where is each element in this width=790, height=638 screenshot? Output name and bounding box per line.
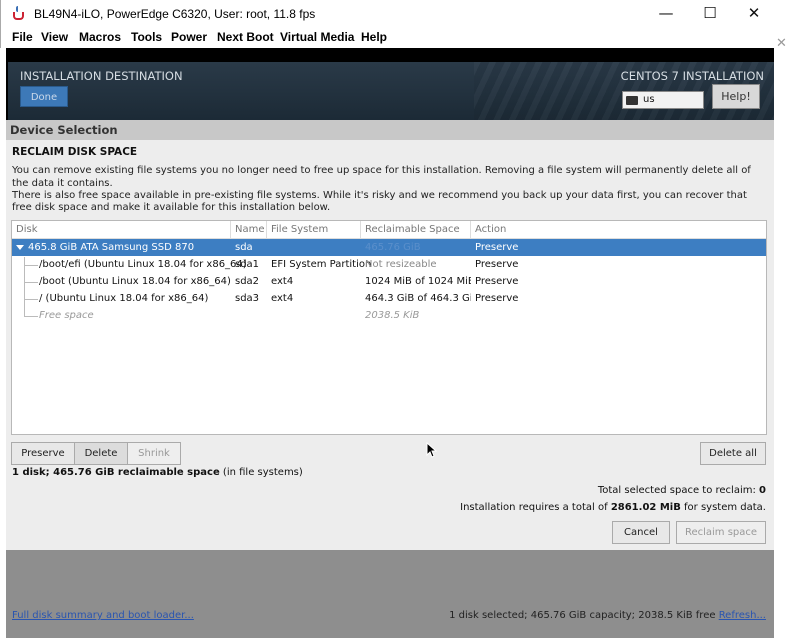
delete-button[interactable]: Delete bbox=[74, 442, 128, 465]
space-cell: 465.76 GiB bbox=[365, 242, 421, 253]
column-reclaimable-space[interactable]: Reclaimable Space bbox=[361, 221, 471, 239]
window-title: BL49N4-iLO, PowerEdge C6320, User: root,… bbox=[34, 7, 316, 21]
menu-view[interactable]: View bbox=[41, 30, 68, 44]
action-cell: Preserve bbox=[475, 242, 519, 253]
cancel-button[interactable]: Cancel bbox=[612, 521, 670, 544]
fs-cell: ext4 bbox=[271, 276, 294, 287]
full-disk-summary-link[interactable]: Full disk summary and boot loader... bbox=[12, 610, 194, 621]
menu-bar: File View Macros Tools Power Next Boot V… bbox=[0, 27, 774, 48]
refresh-link[interactable]: Refresh... bbox=[719, 610, 766, 621]
space-cell: 464.3 GiB of 464.3 GiB bbox=[365, 293, 471, 304]
table-row[interactable]: /boot/efi (Ubuntu Linux 18.04 for x86_64… bbox=[12, 256, 766, 273]
remote-screen[interactable]: INSTALLATION DESTINATION Done CENTOS 7 I… bbox=[6, 48, 774, 638]
column-action[interactable]: Action bbox=[471, 221, 766, 239]
window-titlebar: BL49N4-iLO, PowerEdge C6320, User: root,… bbox=[0, 0, 774, 27]
disk-cell: 465.8 GiB ATA Samsung SSD 870 bbox=[16, 239, 194, 256]
name-cell: sda1 bbox=[235, 259, 260, 270]
device-selection-heading: Device Selection bbox=[10, 123, 118, 137]
shrink-button[interactable]: Shrink bbox=[127, 442, 181, 465]
fs-cell: EFI System Partition bbox=[271, 259, 372, 270]
total-selected-text: Total selected space to reclaim: 0 bbox=[597, 485, 766, 496]
disk-status: 1 disk selected; 465.76 GiB capacity; 20… bbox=[449, 610, 766, 621]
keyboard-icon bbox=[626, 96, 638, 105]
keyboard-layout-indicator[interactable]: us bbox=[622, 91, 704, 109]
menu-power[interactable]: Power bbox=[171, 30, 207, 44]
column-disk[interactable]: Disk bbox=[12, 221, 231, 239]
table-row[interactable]: / (Ubuntu Linux 18.04 for x86_64) sda3 e… bbox=[12, 290, 766, 307]
delete-all-button[interactable]: Delete all bbox=[700, 442, 766, 465]
disk-cell: Free space bbox=[39, 310, 94, 321]
background-window-edge bbox=[774, 0, 790, 638]
reclaim-space-button[interactable]: Reclaim space bbox=[676, 521, 766, 544]
dialog-description-2: There is also free space available in pr… bbox=[12, 190, 747, 213]
disk-cell: /boot/efi (Ubuntu Linux 18.04 for x86_64… bbox=[39, 259, 247, 270]
requirement-text: Installation requires a total of 2861.02… bbox=[460, 502, 766, 513]
menu-help[interactable]: Help bbox=[361, 30, 387, 44]
fs-cell: ext4 bbox=[271, 293, 294, 304]
maximize-button[interactable]: ☐ bbox=[687, 0, 733, 27]
space-cell: 2038.5 KiB bbox=[365, 310, 420, 321]
done-button[interactable]: Done bbox=[20, 86, 68, 107]
table-row[interactable]: 465.8 GiB ATA Samsung SSD 870 sda 465.76… bbox=[12, 239, 766, 256]
column-name[interactable]: Name bbox=[231, 221, 267, 239]
page-title: INSTALLATION DESTINATION bbox=[20, 69, 183, 83]
disk-cell: /boot (Ubuntu Linux 18.04 for x86_64) bbox=[39, 276, 231, 287]
name-cell: sda2 bbox=[235, 276, 260, 287]
name-cell: sda3 bbox=[235, 293, 260, 304]
table-header: Disk Name File System Reclaimable Space … bbox=[12, 221, 766, 239]
table-row[interactable]: Free space 2038.5 KiB bbox=[12, 307, 766, 324]
action-cell: Preserve bbox=[475, 259, 519, 270]
menu-file[interactable]: File bbox=[12, 30, 33, 44]
preserve-button[interactable]: Preserve bbox=[11, 442, 75, 465]
action-cell: Preserve bbox=[475, 276, 519, 287]
product-title: CENTOS 7 INSTALLATION bbox=[620, 69, 764, 83]
table-row[interactable]: /boot (Ubuntu Linux 18.04 for x86_64) sd… bbox=[12, 273, 766, 290]
java-icon bbox=[11, 6, 27, 22]
menu-virtual-media[interactable]: Virtual Media bbox=[280, 30, 354, 44]
dialog-title: RECLAIM DISK SPACE bbox=[12, 146, 138, 158]
disk-cell: / (Ubuntu Linux 18.04 for x86_64) bbox=[39, 293, 209, 304]
close-button[interactable]: ✕ bbox=[731, 0, 777, 27]
dialog-description-1: You can remove existing file systems you… bbox=[12, 165, 751, 189]
expand-triangle-icon[interactable] bbox=[16, 244, 24, 250]
space-cell: Not resizeable bbox=[365, 259, 437, 270]
minimize-button[interactable]: — bbox=[643, 0, 689, 27]
installer-header: INSTALLATION DESTINATION Done CENTOS 7 I… bbox=[8, 62, 774, 120]
menu-macros[interactable]: Macros bbox=[79, 30, 121, 44]
reclaimable-summary: 1 disk; 465.76 GiB reclaimable space (in… bbox=[12, 467, 303, 478]
name-cell: sda bbox=[235, 242, 253, 253]
menu-tools[interactable]: Tools bbox=[131, 30, 162, 44]
column-file-system[interactable]: File System bbox=[267, 221, 361, 239]
help-button[interactable]: Help! bbox=[712, 84, 760, 109]
device-selection-bar: Device Selection bbox=[6, 120, 774, 140]
background-close-icon[interactable]: ✕ bbox=[776, 36, 787, 51]
keyboard-layout-label: us bbox=[643, 94, 655, 105]
partition-table: Disk Name File System Reclaimable Space … bbox=[11, 220, 767, 435]
action-cell: Preserve bbox=[475, 293, 519, 304]
mouse-cursor-icon bbox=[426, 442, 438, 458]
reclaim-dialog: RECLAIM DISK SPACE You can remove existi… bbox=[6, 140, 774, 550]
space-cell: 1024 MiB of 1024 MiB bbox=[365, 276, 471, 287]
menu-next-boot[interactable]: Next Boot bbox=[217, 30, 274, 44]
